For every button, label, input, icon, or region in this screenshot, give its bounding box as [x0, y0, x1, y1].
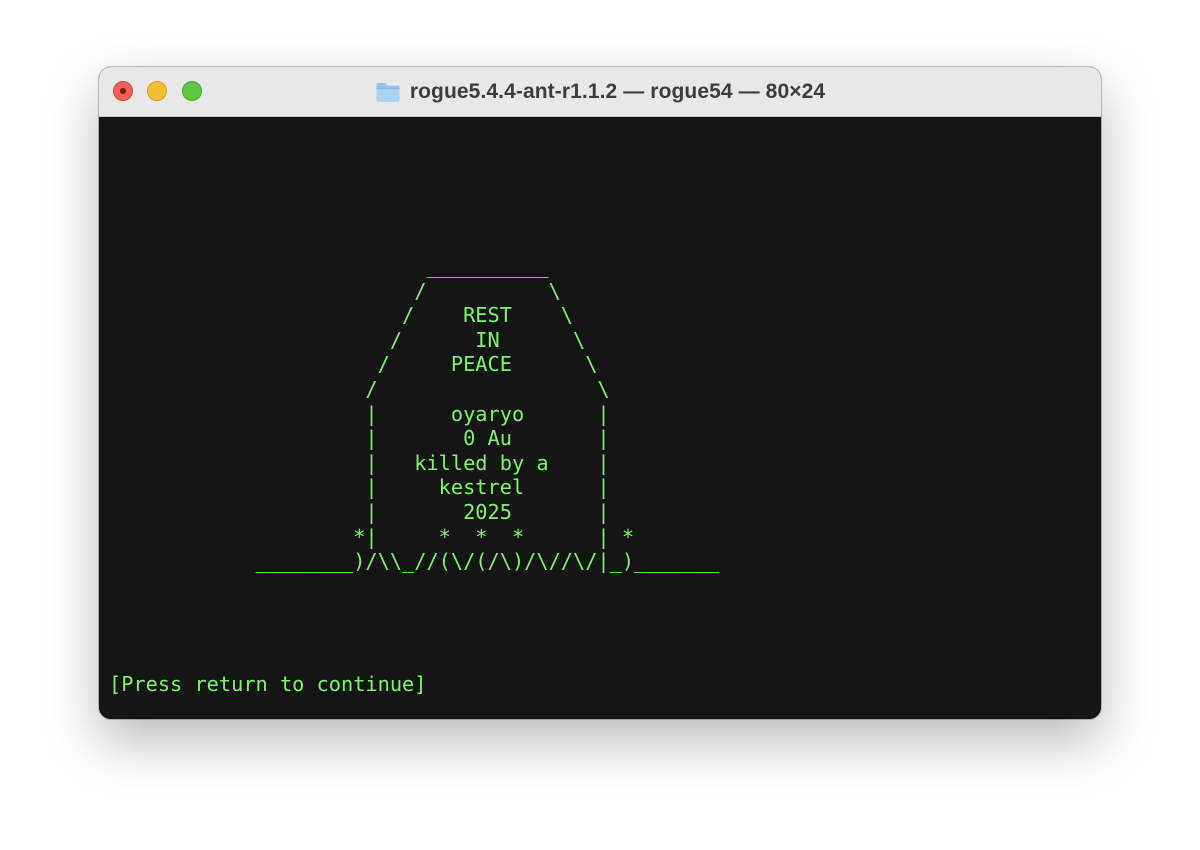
- terminal-line: / PEACE \: [109, 352, 598, 377]
- terminal-line: ________)/\\_//(\/(/\)/\//\/|_)_______: [109, 549, 720, 574]
- terminal-line: / IN \: [109, 327, 586, 352]
- terminal-line: | 0 Au |: [109, 426, 610, 451]
- terminal-line: *| * * * | *: [109, 524, 635, 549]
- terminal-line: | killed by a |: [109, 450, 610, 475]
- terminal-line: | oyaryo |: [109, 401, 610, 426]
- title-bar[interactable]: rogue5.4.4-ant-r1.1.2 — rogue54 — 80×24: [99, 67, 1101, 117]
- terminal-line: / REST \: [109, 303, 573, 328]
- terminal-line: __________: [109, 253, 549, 278]
- terminal-line: [Press return to continue]: [109, 672, 427, 697]
- terminal-view[interactable]: __________ / \ / REST \ / IN \ / PEACE \…: [99, 117, 1101, 719]
- folder-icon: [376, 83, 400, 102]
- terminal-line: | 2025 |: [109, 499, 610, 524]
- terminal-line: | kestrel |: [109, 475, 610, 500]
- terminal-screen: __________ / \ / REST \ / IN \ / PEACE \…: [109, 131, 720, 719]
- terminal-line: / \: [109, 376, 610, 401]
- terminal-window: rogue5.4.4-ant-r1.1.2 — rogue54 — 80×24 …: [99, 67, 1101, 719]
- terminal-line: / \: [109, 278, 561, 303]
- window-title-group: rogue5.4.4-ant-r1.1.2 — rogue54 — 80×24: [99, 67, 1101, 116]
- window-title: rogue5.4.4-ant-r1.1.2 — rogue54 — 80×24: [409, 79, 826, 103]
